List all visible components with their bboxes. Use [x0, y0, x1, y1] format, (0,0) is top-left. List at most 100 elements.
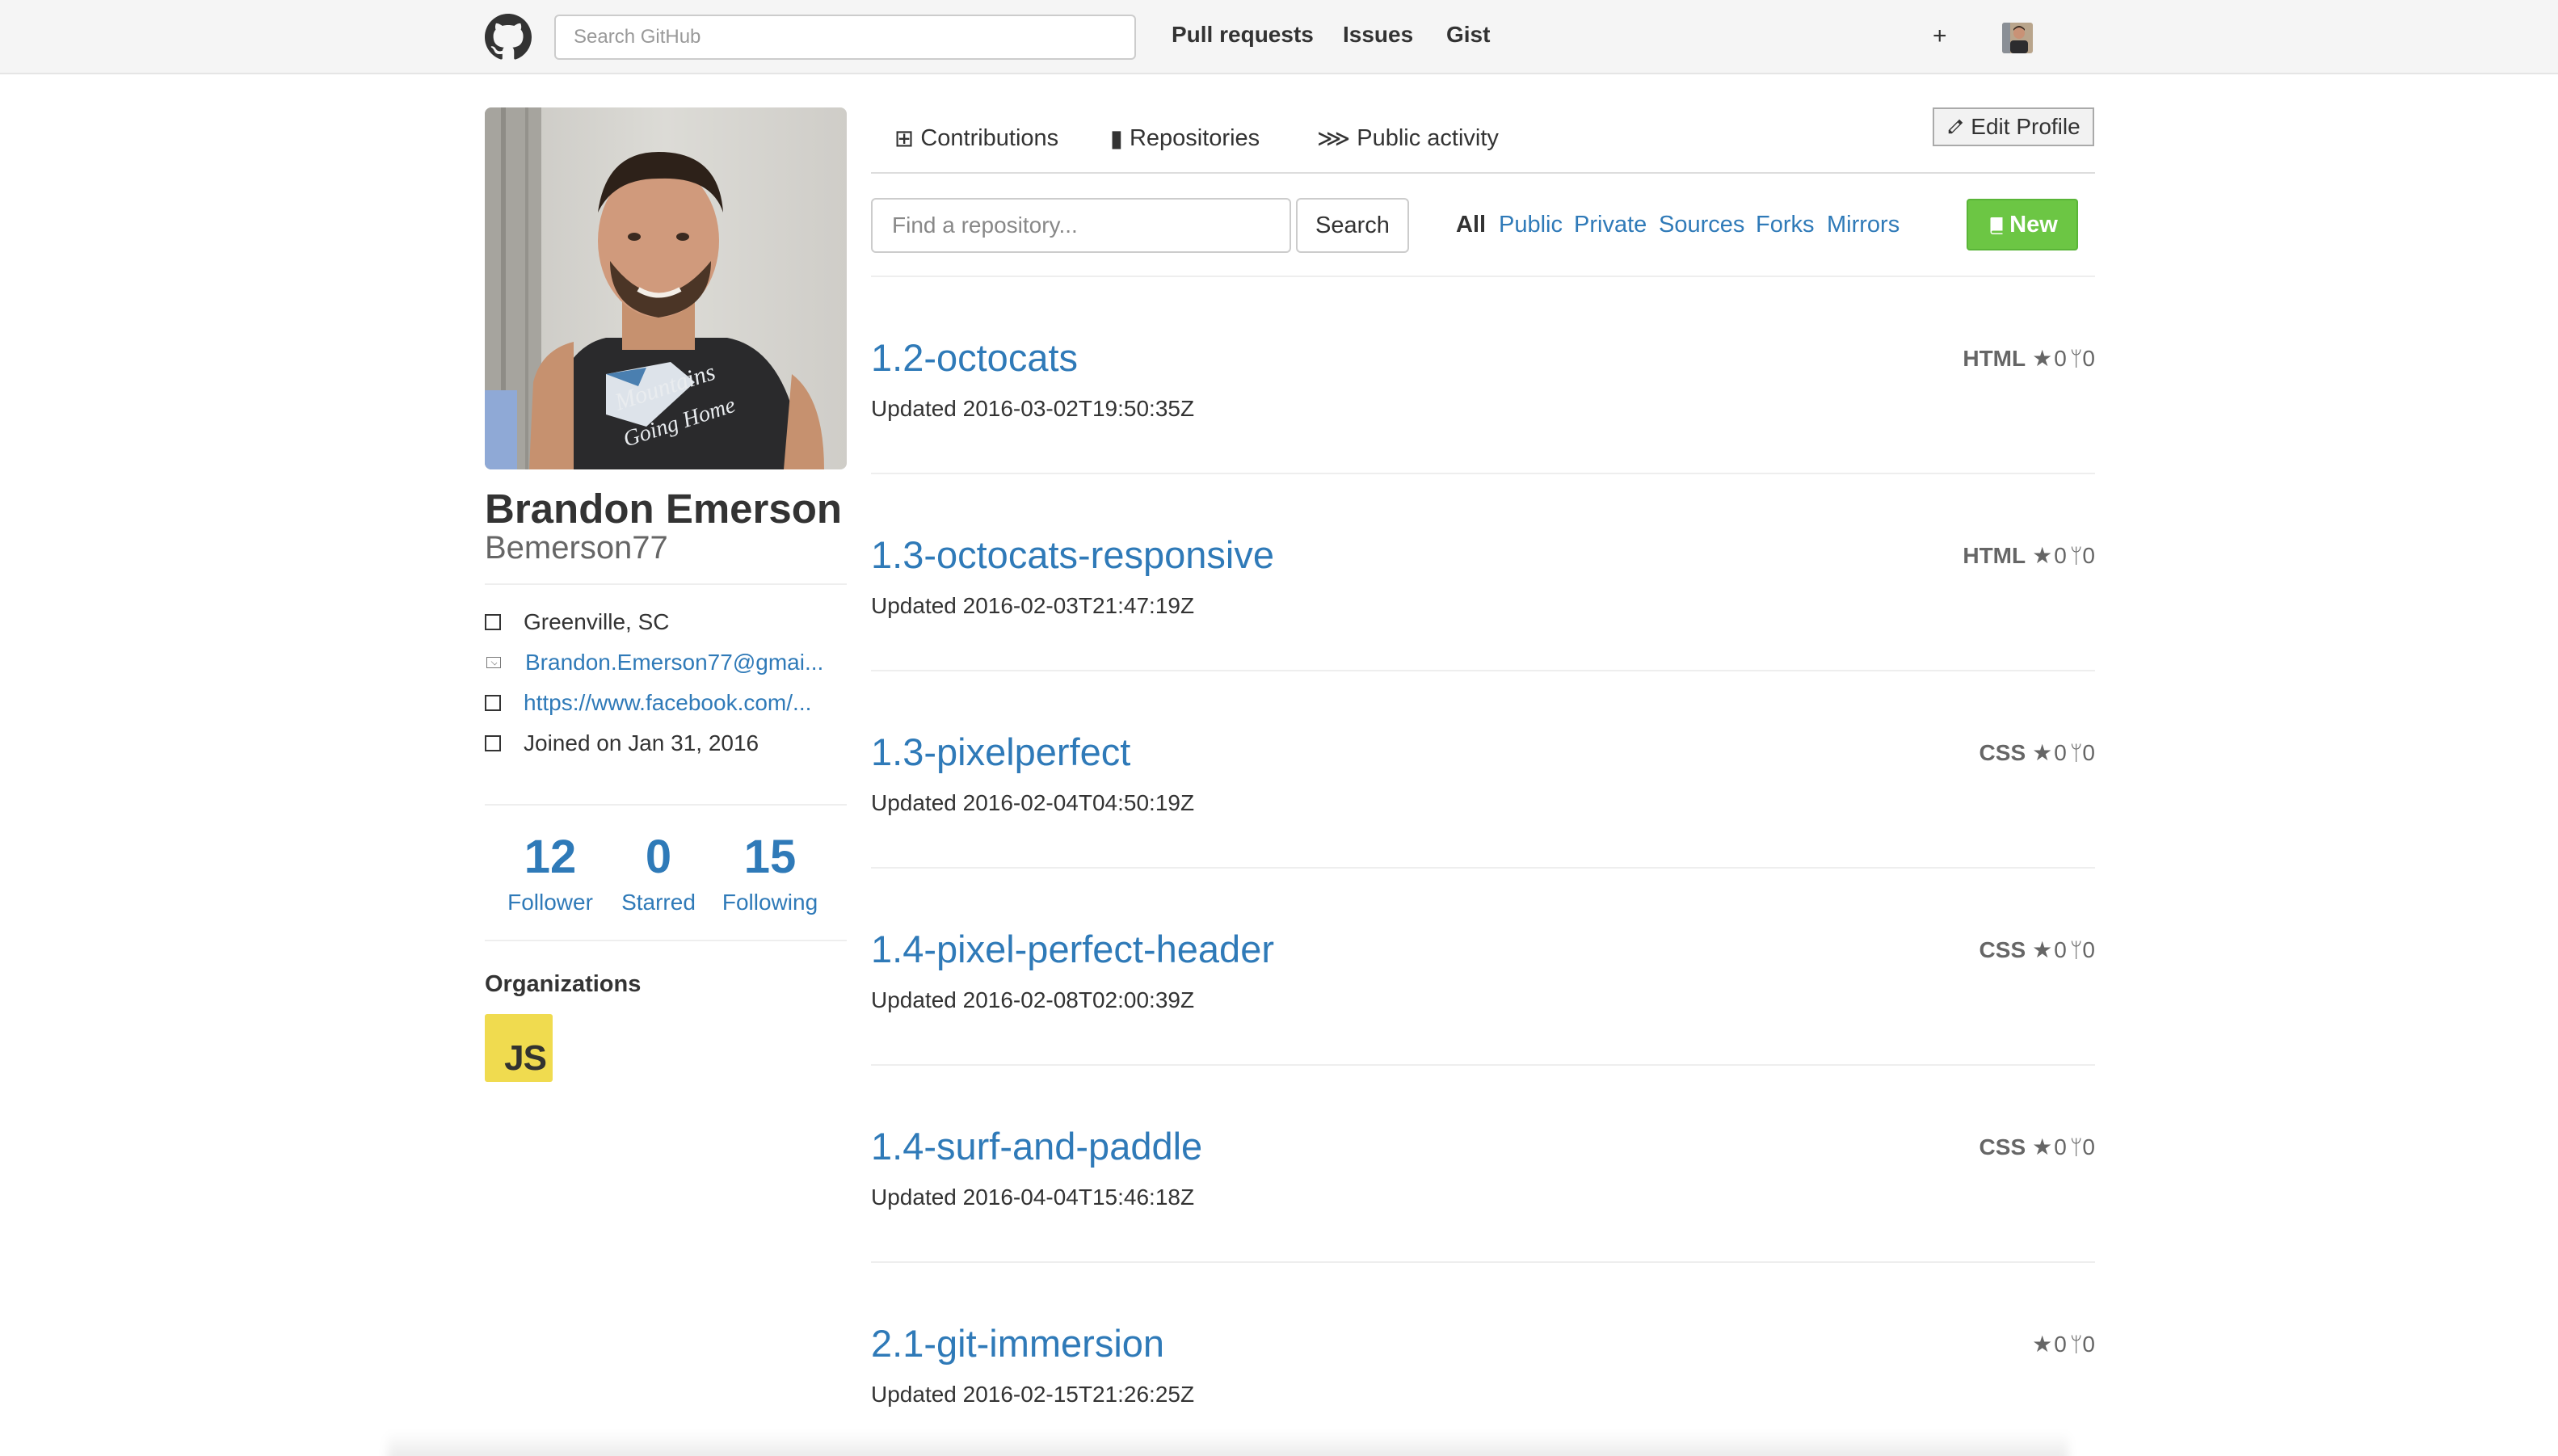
repo-meta: CSS ★ 0 ᛘ 0	[1980, 739, 2095, 767]
edit-profile-label[interactable]: Edit Profile	[1971, 114, 2080, 140]
following-stat[interactable]: 15 Following	[717, 832, 823, 916]
clock-icon	[485, 735, 501, 751]
repo-name-link[interactable]: 2.1-git-immersion	[871, 1321, 1164, 1366]
tab-contributions[interactable]: ⊞ Contributions	[894, 124, 1058, 153]
starred-label[interactable]: Starred	[614, 889, 703, 916]
new-repository-button[interactable]: New	[1967, 199, 2078, 250]
tab-public-activity-label[interactable]: Public activity	[1357, 125, 1499, 152]
website-detail[interactable]: https://www.facebook.com/...	[485, 687, 856, 719]
nav-pull-requests[interactable]: Pull requests	[1172, 21, 1314, 48]
repo-name-link[interactable]: 1.2-octocats	[871, 335, 1078, 381]
repo-stars[interactable]: 0	[2054, 1331, 2067, 1358]
repo-forks[interactable]: 0	[2082, 1331, 2095, 1358]
fork-icon: ᛘ	[2069, 1135, 2083, 1159]
followers-label[interactable]: Follower	[501, 889, 600, 916]
starred-stat[interactable]: 0 Starred	[614, 832, 703, 916]
search-github-input[interactable]	[554, 15, 1136, 60]
stats-top-divider	[485, 804, 847, 806]
repo-search-button[interactable]: Search	[1296, 198, 1409, 253]
new-button-label[interactable]: New	[2009, 212, 2058, 238]
email-detail[interactable]: Brandon.Emerson77@gmai...	[485, 646, 856, 679]
repo-updated: Updated 2016-03-02T19:50:35Z	[871, 396, 1195, 421]
filter-all[interactable]: All	[1456, 210, 1486, 239]
nav-gist[interactable]: Gist	[1446, 21, 1490, 48]
profile-photo: Mountains Going Home	[485, 107, 847, 469]
profile-divider	[485, 583, 847, 585]
repository-book-icon: ▮	[1110, 126, 1123, 152]
repo-meta: CSS ★ 0 ᛘ 0	[1980, 936, 2095, 964]
bottom-edge-shadow	[388, 1432, 2068, 1456]
user-avatar[interactable]	[2002, 23, 2033, 53]
book-icon	[1990, 217, 2003, 234]
filter-mirrors[interactable]: Mirrors	[1827, 210, 1900, 239]
star-icon: ★	[2032, 937, 2053, 962]
repo-name-link[interactable]: 1.3-octocats-responsive	[871, 532, 1274, 578]
repo-name-link[interactable]: 1.4-surf-and-paddle	[871, 1124, 1202, 1169]
star-icon: ★	[2032, 740, 2053, 765]
repo-meta: ★ 0 ᛘ 0	[2026, 1331, 2095, 1358]
find-repository-input[interactable]	[871, 198, 1291, 253]
link-icon	[485, 695, 501, 711]
filter-forks[interactable]: Forks	[1756, 210, 1815, 239]
location-detail: Greenville, SC	[485, 606, 856, 638]
rss-icon: ⋙	[1317, 126, 1351, 152]
joined-text: Joined on Jan 31, 2016	[524, 730, 759, 755]
repo-stars[interactable]: 0	[2054, 345, 2067, 372]
filter-public[interactable]: Public	[1499, 210, 1563, 239]
fork-icon: ᛘ	[2069, 347, 2083, 371]
pencil-icon	[1949, 119, 1963, 134]
repo-name-link[interactable]: 1.4-pixel-perfect-header	[871, 927, 1274, 972]
mail-icon	[486, 657, 501, 668]
create-new-plus-icon[interactable]: +	[1933, 24, 1947, 48]
repo-forks[interactable]: 0	[2082, 936, 2095, 964]
repo-forks[interactable]: 0	[2082, 542, 2095, 570]
edit-profile-button[interactable]: Edit Profile	[1933, 107, 2094, 146]
followers-stat[interactable]: 12 Follower	[501, 832, 600, 916]
repo-language: HTML	[1963, 346, 2026, 371]
tab-contributions-label[interactable]: Contributions	[920, 125, 1058, 152]
filter-sources[interactable]: Sources	[1659, 210, 1744, 239]
fork-icon: ᛘ	[2069, 544, 2083, 568]
repo-language: CSS	[1979, 740, 2026, 765]
star-icon: ★	[2032, 543, 2053, 568]
following-label[interactable]: Following	[717, 889, 823, 916]
website-link[interactable]: https://www.facebook.com/...	[524, 690, 811, 716]
repo-updated: Updated 2016-02-08T02:00:39Z	[871, 987, 1195, 1012]
tab-repositories-label[interactable]: Repositories	[1130, 125, 1260, 152]
repo-meta: HTML ★ 0 ᛘ 0	[1963, 542, 2095, 570]
repo-language: CSS	[1979, 937, 2026, 962]
repository-list: 1.2-octocats Updated 2016-03-02T19:50:35…	[871, 277, 2095, 1456]
repo-language: CSS	[1979, 1134, 2026, 1159]
repo-language: HTML	[1963, 543, 2026, 568]
profile-username: Bemerson77	[485, 530, 668, 566]
joined-detail: Joined on Jan 31, 2016	[485, 727, 856, 760]
repo-name-link[interactable]: 1.3-pixelperfect	[871, 730, 1130, 775]
email-link[interactable]: Brandon.Emerson77@gmai...	[525, 650, 823, 675]
repo-item: 1.3-pixelperfect Updated 2016-02-04T04:5…	[871, 671, 2095, 869]
followers-count[interactable]: 12	[501, 832, 600, 882]
repo-item: 2.1-git-immersion Updated 2016-02-15T21:…	[871, 1263, 2095, 1456]
repo-forks[interactable]: 0	[2082, 345, 2095, 372]
repo-forks[interactable]: 0	[2082, 739, 2095, 767]
following-count[interactable]: 15	[717, 832, 823, 882]
github-logo-icon[interactable]	[485, 14, 532, 61]
repo-updated: Updated 2016-02-15T21:26:25Z	[871, 1382, 1195, 1407]
location-text: Greenville, SC	[524, 609, 670, 634]
star-icon: ★	[2032, 1332, 2053, 1357]
fork-icon: ᛘ	[2069, 741, 2083, 765]
tab-public-activity[interactable]: ⋙ Public activity	[1317, 124, 1499, 153]
repo-stars[interactable]: 0	[2054, 542, 2067, 570]
repo-forks[interactable]: 0	[2082, 1134, 2095, 1161]
repo-stars[interactable]: 0	[2054, 1134, 2067, 1161]
filter-private[interactable]: Private	[1574, 210, 1647, 239]
profile-full-name: Brandon Emerson	[485, 486, 843, 532]
nav-issues[interactable]: Issues	[1343, 21, 1413, 48]
repo-stars[interactable]: 0	[2054, 739, 2067, 767]
stats-bottom-divider	[485, 940, 847, 941]
starred-count[interactable]: 0	[614, 832, 703, 882]
top-header: Pull requests Issues Gist +	[0, 0, 2558, 74]
org-javascript-logo[interactable]: JS	[485, 1014, 553, 1082]
repo-updated: Updated 2016-04-04T15:46:18Z	[871, 1185, 1195, 1210]
tab-repositories[interactable]: ▮ Repositories	[1110, 124, 1260, 153]
repo-stars[interactable]: 0	[2054, 936, 2067, 964]
